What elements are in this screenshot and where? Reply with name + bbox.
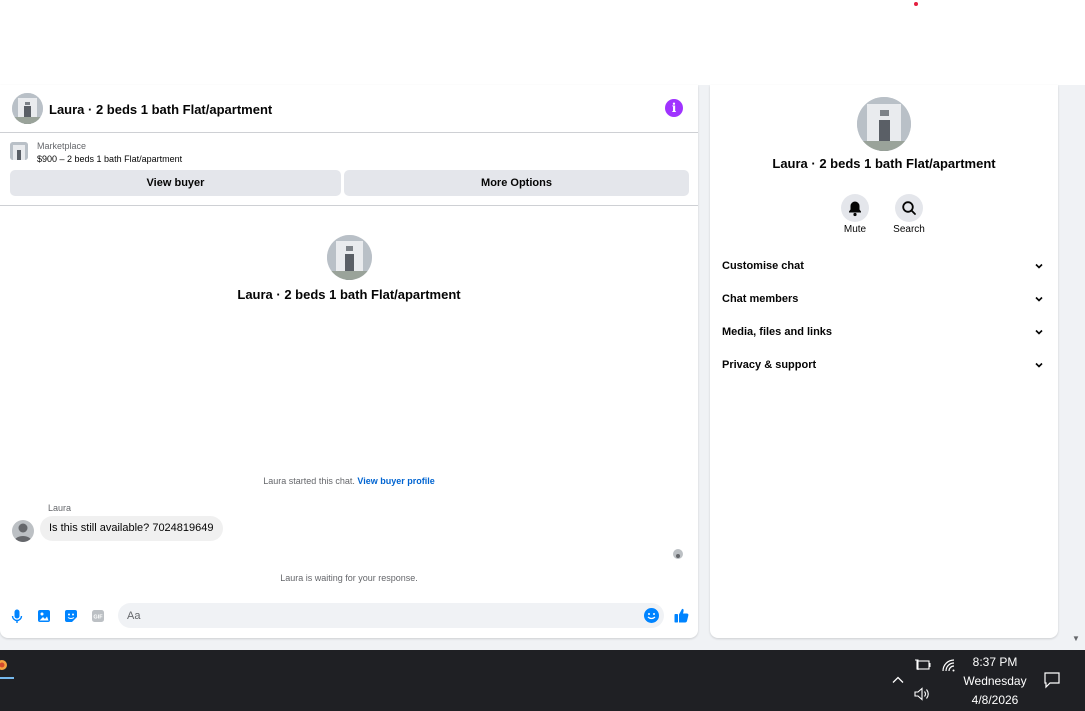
- chat-header: Laura · 2 beds 1 bath Flat/apartment i: [0, 85, 698, 133]
- notification-dot: [914, 2, 918, 6]
- sidebar-item-privacy-support[interactable]: Privacy & support: [722, 355, 1046, 375]
- svg-text:GIF: GIF: [93, 615, 103, 621]
- gif-icon[interactable]: GIF: [90, 608, 106, 624]
- sidebar-avatar[interactable]: [857, 97, 911, 151]
- bell-icon: [849, 201, 861, 217]
- like-icon[interactable]: [673, 607, 690, 624]
- chat-started-notice: Laura started this chat. View buyer prof…: [0, 476, 698, 486]
- info-icon[interactable]: i: [665, 99, 683, 117]
- conversation-title: Laura · 2 beds 1 bath Flat/apartment: [237, 287, 461, 302]
- chevron-down-icon: [1035, 263, 1043, 269]
- more-options-button[interactable]: More Options: [344, 170, 689, 196]
- message-composer: GIF: [0, 600, 698, 632]
- search-icon: [902, 201, 916, 215]
- listing-summary[interactable]: $900 – 2 beds 1 bath Flat/apartment: [37, 154, 182, 164]
- notification-center-icon[interactable]: [1043, 671, 1061, 689]
- windows-taskbar: 8:37 PM Wednesday 4/8/2026: [0, 650, 1085, 711]
- sender-name: Laura: [48, 503, 72, 513]
- sender-avatar[interactable]: [12, 520, 34, 542]
- clock-day[interactable]: Wednesday: [955, 674, 1035, 688]
- browser-top-area: [0, 0, 1085, 85]
- clock-time[interactable]: 8:37 PM: [955, 655, 1035, 669]
- chat-panel: Laura · 2 beds 1 bath Flat/apartment i M…: [0, 85, 698, 638]
- mute-button[interactable]: [841, 194, 869, 222]
- sidebar-item-label: Chat members: [722, 293, 799, 305]
- search-button[interactable]: [895, 194, 923, 222]
- chat-info-sidebar: Laura · 2 beds 1 bath Flat/apartment Mut…: [710, 85, 1058, 638]
- chevron-down-icon: [1035, 362, 1043, 368]
- seen-indicator-avatar: [673, 549, 683, 559]
- marketplace-banner: Marketplace $900 – 2 beds 1 bath Flat/ap…: [0, 134, 698, 206]
- volume-icon[interactable]: [913, 687, 931, 701]
- app-icon: [0, 660, 7, 670]
- sidebar-item-media-files-links[interactable]: Media, files and links: [722, 322, 1046, 342]
- chevron-up-icon[interactable]: [891, 673, 905, 687]
- listing-avatar[interactable]: [12, 93, 43, 124]
- chat-title[interactable]: Laura · 2 beds 1 bath Flat/apartment: [49, 102, 272, 117]
- sidebar-item-customise-chat[interactable]: Customise chat: [722, 256, 1046, 276]
- waiting-notice: Laura is waiting for your response.: [280, 573, 418, 583]
- photo-icon[interactable]: [36, 608, 52, 624]
- scroll-down-arrow-icon[interactable]: ▼: [1072, 634, 1080, 643]
- active-app-indicator: [0, 677, 14, 679]
- chevron-down-icon: [1035, 296, 1043, 302]
- clock-date[interactable]: 4/8/2026: [955, 693, 1035, 707]
- sidebar-item-label: Media, files and links: [722, 326, 833, 338]
- sidebar-item-label: Customise chat: [722, 260, 804, 272]
- marketplace-label: Marketplace: [37, 141, 87, 151]
- listing-thumbnail[interactable]: [10, 142, 28, 160]
- chevron-down-icon: [1035, 329, 1043, 335]
- view-buyer-profile-link[interactable]: View buyer profile: [357, 476, 434, 486]
- emoji-icon[interactable]: [643, 607, 660, 624]
- mute-label: Mute: [843, 224, 867, 235]
- sidebar-item-chat-members[interactable]: Chat members: [722, 289, 1046, 309]
- search-label: Search: [893, 224, 925, 235]
- conversation-avatar: [327, 235, 372, 280]
- view-buyer-button[interactable]: View buyer: [10, 170, 341, 196]
- sticker-icon[interactable]: [63, 608, 79, 624]
- taskbar-app-button[interactable]: [0, 650, 14, 680]
- message-input-box[interactable]: [118, 603, 664, 628]
- battery-icon[interactable]: [914, 658, 932, 672]
- chat-started-text: Laura started this chat.: [263, 476, 355, 486]
- message-bubble[interactable]: Is this still available? 7024819649: [40, 516, 223, 541]
- sidebar-item-label: Privacy & support: [722, 359, 817, 371]
- microphone-icon[interactable]: [9, 608, 25, 624]
- message-input[interactable]: [127, 603, 627, 628]
- sidebar-title: Laura · 2 beds 1 bath Flat/apartment: [772, 156, 996, 171]
